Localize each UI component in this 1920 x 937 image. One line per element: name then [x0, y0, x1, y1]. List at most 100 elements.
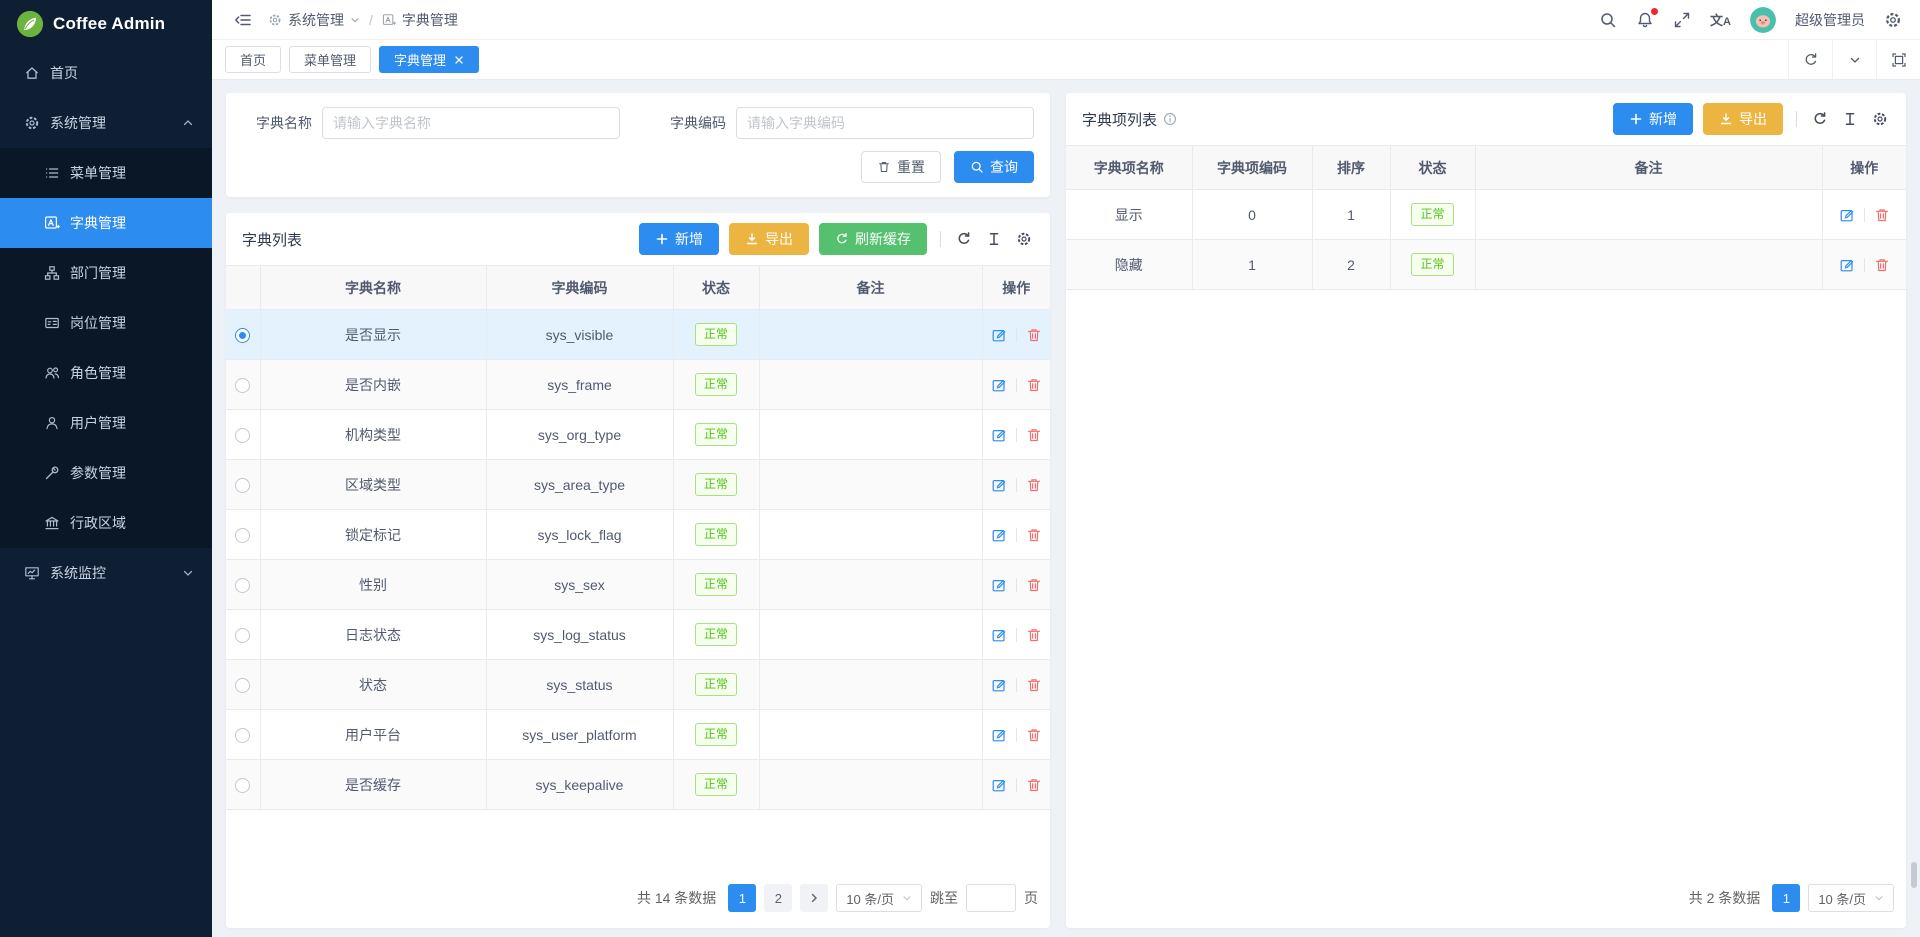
maximize-content-icon[interactable]	[1876, 40, 1920, 79]
table-row[interactable]: 机构类型 sys_org_type 正常	[226, 410, 1050, 460]
menu-fold-icon[interactable]	[234, 11, 252, 29]
scrollbar-thumb[interactable]	[1911, 862, 1917, 888]
delete-icon[interactable]	[1026, 477, 1042, 493]
sidebar-item-user-mgmt[interactable]: 用户管理	[0, 398, 212, 448]
dict-name-input[interactable]	[322, 107, 620, 139]
radio-column-header	[226, 266, 260, 310]
tab-dict-mgmt[interactable]: 字典管理	[379, 46, 479, 73]
translate-icon[interactable]: 文A	[1710, 10, 1731, 29]
page-size-select[interactable]: 10 条/页	[1808, 884, 1894, 912]
row-height-icon[interactable]	[984, 229, 1004, 249]
notification-bell-icon[interactable]	[1636, 11, 1654, 29]
delete-icon[interactable]	[1026, 677, 1042, 693]
settings-gear-icon[interactable]	[1884, 11, 1902, 29]
page-button-1[interactable]: 1	[728, 884, 756, 912]
edit-icon[interactable]	[991, 427, 1007, 443]
sidebar-item-system[interactable]: 系统管理	[0, 98, 212, 148]
breadcrumb-system[interactable]: 系统管理	[268, 10, 360, 30]
delete-icon[interactable]	[1026, 577, 1042, 593]
current-user-name[interactable]: 超级管理员	[1795, 10, 1865, 30]
table-row[interactable]: 是否显示 sys_visible 正常	[226, 310, 1050, 360]
table-row[interactable]: 显示 0 1 正常	[1066, 190, 1906, 240]
table-row[interactable]: 性别 sys_sex 正常	[226, 560, 1050, 610]
refresh-cache-button[interactable]: 刷新缓存	[819, 223, 927, 255]
table-row[interactable]: 区域类型 sys_area_type 正常	[226, 460, 1050, 510]
reset-button[interactable]: 重置	[861, 151, 941, 183]
row-radio[interactable]	[235, 428, 250, 443]
edit-icon[interactable]	[991, 727, 1007, 743]
delete-icon[interactable]	[1026, 727, 1042, 743]
sidebar-item-monitor[interactable]: 系统监控	[0, 548, 212, 598]
reload-table-icon[interactable]	[1810, 109, 1830, 129]
status-badge: 正常	[695, 673, 737, 696]
row-radio[interactable]	[235, 628, 250, 643]
tab-close-icon[interactable]	[454, 55, 464, 65]
edit-icon[interactable]	[991, 627, 1007, 643]
table-row[interactable]: 是否缓存 sys_keepalive 正常	[226, 760, 1050, 810]
tab-options-chevron-icon[interactable]	[1832, 40, 1876, 79]
delete-icon[interactable]	[1026, 327, 1042, 343]
page-size-select[interactable]: 10 条/页	[836, 884, 922, 912]
sidebar-item-dept-mgmt[interactable]: 部门管理	[0, 248, 212, 298]
refresh-page-icon[interactable]	[1788, 40, 1832, 79]
export-dict-item-button[interactable]: 导出	[1703, 103, 1783, 135]
avatar[interactable]	[1750, 7, 1776, 33]
page-button-1[interactable]: 1	[1772, 884, 1800, 912]
delete-icon[interactable]	[1874, 207, 1890, 223]
table-row[interactable]: 状态 sys_status 正常	[226, 660, 1050, 710]
row-radio[interactable]	[235, 328, 250, 343]
jump-page-input[interactable]	[966, 884, 1016, 912]
row-height-icon[interactable]	[1840, 109, 1860, 129]
sidebar-item-home[interactable]: 首页	[0, 48, 212, 98]
edit-icon[interactable]	[991, 777, 1007, 793]
edit-icon[interactable]	[1839, 257, 1855, 273]
app-logo[interactable]: Coffee Admin	[0, 0, 212, 48]
sidebar-item-param-mgmt[interactable]: 参数管理	[0, 448, 212, 498]
tab-menu-mgmt[interactable]: 菜单管理	[289, 46, 371, 73]
dict-code-input[interactable]	[736, 107, 1034, 139]
delete-icon[interactable]	[1026, 427, 1042, 443]
sidebar-item-post-mgmt[interactable]: 岗位管理	[0, 298, 212, 348]
row-radio[interactable]	[235, 478, 250, 493]
sidebar-item-role-mgmt[interactable]: 角色管理	[0, 348, 212, 398]
sidebar-item-menu-mgmt[interactable]: 菜单管理	[0, 148, 212, 198]
row-radio[interactable]	[235, 378, 250, 393]
row-radio[interactable]	[235, 678, 250, 693]
edit-icon[interactable]	[991, 477, 1007, 493]
table-row[interactable]: 用户平台 sys_user_platform 正常	[226, 710, 1050, 760]
row-radio[interactable]	[235, 578, 250, 593]
edit-icon[interactable]	[991, 677, 1007, 693]
export-dict-button[interactable]: 导出	[729, 223, 809, 255]
query-button[interactable]: 查询	[954, 151, 1034, 183]
reload-table-icon[interactable]	[954, 229, 974, 249]
delete-icon[interactable]	[1026, 527, 1042, 543]
edit-icon[interactable]	[991, 577, 1007, 593]
edit-icon[interactable]	[991, 527, 1007, 543]
delete-icon[interactable]	[1026, 777, 1042, 793]
tab-home[interactable]: 首页	[225, 46, 281, 73]
add-dict-item-button[interactable]: 新增	[1613, 103, 1693, 135]
column-settings-gear-icon[interactable]	[1014, 229, 1034, 249]
edit-icon[interactable]	[1839, 207, 1855, 223]
row-radio[interactable]	[235, 528, 250, 543]
table-row[interactable]: 日志状态 sys_log_status 正常	[226, 610, 1050, 660]
sidebar-item-dict-mgmt[interactable]: 字典管理	[0, 198, 212, 248]
row-radio[interactable]	[235, 778, 250, 793]
row-radio[interactable]	[235, 728, 250, 743]
delete-icon[interactable]	[1026, 377, 1042, 393]
page-button-2[interactable]: 2	[764, 884, 792, 912]
breadcrumb-dict[interactable]: 字典管理	[382, 10, 458, 30]
search-icon[interactable]	[1599, 11, 1617, 29]
delete-icon[interactable]	[1874, 257, 1890, 273]
column-settings-gear-icon[interactable]	[1870, 109, 1890, 129]
table-row[interactable]: 隐藏 1 2 正常	[1066, 240, 1906, 290]
edit-icon[interactable]	[991, 377, 1007, 393]
fullscreen-icon[interactable]	[1673, 11, 1691, 29]
edit-icon[interactable]	[991, 327, 1007, 343]
table-row[interactable]: 是否内嵌 sys_frame 正常	[226, 360, 1050, 410]
next-page-button[interactable]	[800, 884, 828, 912]
table-row[interactable]: 锁定标记 sys_lock_flag 正常	[226, 510, 1050, 560]
add-dict-button[interactable]: 新增	[639, 223, 719, 255]
delete-icon[interactable]	[1026, 627, 1042, 643]
sidebar-item-region[interactable]: 行政区域	[0, 498, 212, 548]
